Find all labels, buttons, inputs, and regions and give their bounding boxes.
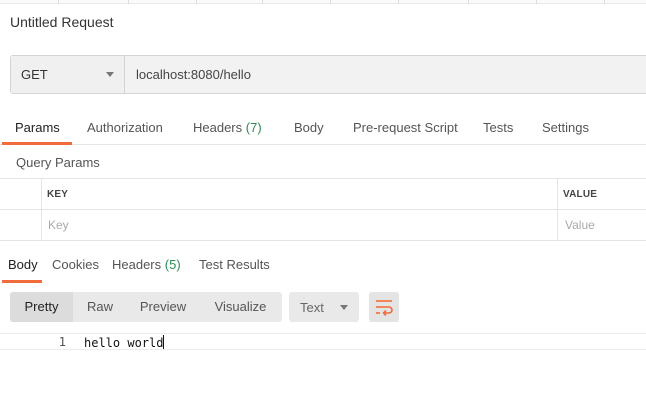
raw-button[interactable]: Raw [73, 292, 127, 322]
url-input[interactable]: localhost:8080/hello [136, 67, 251, 82]
visualize-button[interactable]: Visualize [199, 292, 282, 322]
text-cursor [163, 335, 165, 349]
divider-tick [330, 0, 331, 4]
divider-tick [398, 0, 399, 4]
value-column-header: VALUE [563, 189, 598, 200]
tab-label: Params [15, 120, 60, 135]
table-column-divider [557, 179, 558, 240]
tab-authorization[interactable]: Authorization [87, 120, 163, 135]
tab-params[interactable]: Params [15, 120, 60, 135]
response-tab-cookies[interactable]: Cookies [52, 257, 99, 272]
tab-pre-request-script[interactable]: Pre-request Script [353, 120, 458, 135]
query-params-title: Query Params [16, 155, 100, 170]
method-select[interactable]: GET [11, 56, 125, 93]
view-mode-group: Pretty Raw Preview Visualize [10, 292, 282, 322]
tab-label: Body [8, 257, 38, 272]
table-column-divider [41, 179, 42, 240]
divider-tick [262, 0, 263, 4]
tab-count: (7) [245, 120, 262, 135]
tab-label: Test Results [199, 257, 270, 272]
chevron-down-icon [340, 305, 348, 310]
top-divider [0, 0, 646, 4]
request-tabs: Params Authorization Headers (7) Body Pr… [0, 112, 646, 145]
tab-body[interactable]: Body [294, 120, 324, 135]
line-number: 1 [58, 335, 66, 349]
method-label: GET [21, 67, 48, 82]
tab-tests[interactable]: Tests [483, 120, 513, 135]
response-tab-headers[interactable]: Headers (5) [112, 257, 181, 272]
response-tab-test-results[interactable]: Test Results [199, 257, 270, 272]
pretty-button[interactable]: Pretty [10, 292, 73, 322]
key-column-header: KEY [47, 189, 69, 200]
format-label: Text [300, 300, 324, 315]
tab-count: (5) [164, 257, 181, 272]
tab-label: Settings [542, 120, 589, 135]
wrap-lines-icon [376, 300, 393, 317]
code-text: hello world [84, 336, 164, 350]
active-tab-indicator [2, 142, 72, 145]
tab-label: Authorization [87, 120, 163, 135]
divider-tick [128, 0, 129, 4]
tab-label: Body [294, 120, 324, 135]
tab-headers[interactable]: Headers (7) [193, 120, 262, 135]
tab-label: Cookies [52, 257, 99, 272]
chevron-down-icon [106, 72, 114, 77]
request-title[interactable]: Untitled Request [10, 14, 114, 30]
tab-label: Pre-request Script [353, 120, 458, 135]
divider-tick [196, 0, 197, 4]
tab-label: Headers [112, 257, 162, 272]
active-response-tab-indicator [2, 280, 42, 283]
code-line: hello world [84, 335, 165, 350]
response-tab-body[interactable]: Body [8, 257, 38, 272]
table-border [0, 209, 646, 210]
preview-button[interactable]: Preview [127, 292, 199, 322]
format-select[interactable]: Text [289, 292, 359, 322]
divider-tick [536, 0, 537, 4]
tab-label: Headers [193, 120, 243, 135]
table-border [0, 240, 646, 241]
divider-tick [604, 0, 605, 4]
response-tabs: Body Cookies Headers (5) Test Results [0, 254, 646, 278]
response-editor[interactable]: 1 hello world [0, 333, 646, 350]
value-input[interactable]: Value [565, 218, 595, 232]
divider-tick [468, 0, 469, 4]
url-bar: GET localhost:8080/hello [10, 55, 646, 94]
wrap-lines-button[interactable] [369, 292, 399, 322]
tab-settings[interactable]: Settings [542, 120, 589, 135]
divider-tick [58, 0, 59, 4]
table-border [0, 178, 646, 179]
key-input[interactable]: Key [48, 218, 69, 232]
tab-label: Tests [483, 120, 514, 135]
